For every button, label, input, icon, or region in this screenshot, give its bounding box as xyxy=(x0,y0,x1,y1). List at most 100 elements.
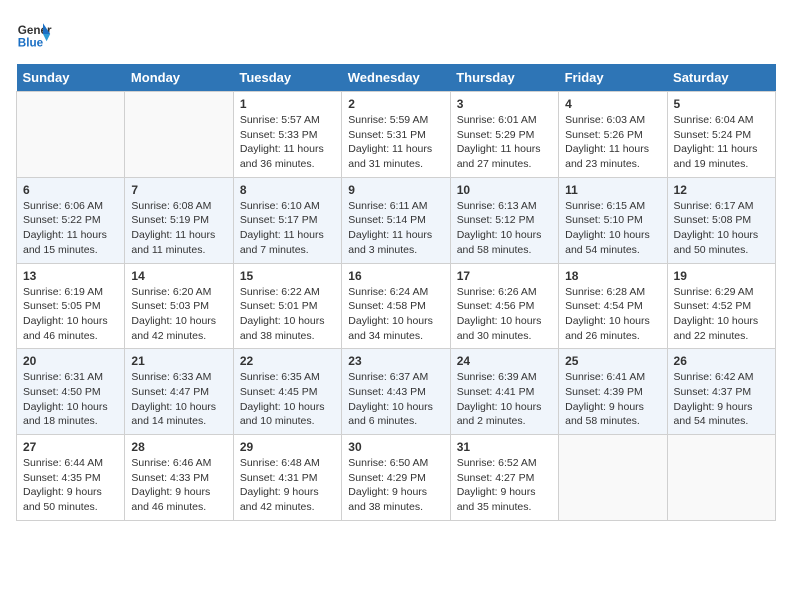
day-number: 26 xyxy=(674,354,769,368)
day-cell xyxy=(125,92,233,178)
day-cell xyxy=(667,435,775,521)
week-row-3: 13 Sunrise: 6:19 AM Sunset: 5:05 PM Dayli… xyxy=(17,263,776,349)
day-info: Sunrise: 6:46 AM Sunset: 4:33 PM Dayligh… xyxy=(131,456,226,515)
day-number: 5 xyxy=(674,97,769,111)
day-number: 24 xyxy=(457,354,552,368)
week-row-5: 27 Sunrise: 6:44 AM Sunset: 4:35 PM Dayli… xyxy=(17,435,776,521)
day-cell xyxy=(17,92,125,178)
day-cell: 9Sunrise: 6:11 AM Sunset: 5:14 PM Daylig… xyxy=(342,177,450,263)
svg-text:Blue: Blue xyxy=(18,37,44,50)
day-cell: 12Sunrise: 6:17 AM Sunset: 5:08 PM Dayli… xyxy=(667,177,775,263)
day-number: 17 xyxy=(457,269,552,283)
day-cell: 13 Sunrise: 6:19 AM Sunset: 5:05 PM Dayli… xyxy=(17,263,125,349)
col-header-monday: Monday xyxy=(125,64,233,92)
day-cell: 27 Sunrise: 6:44 AM Sunset: 4:35 PM Dayli… xyxy=(17,435,125,521)
day-info: Sunrise: 6:31 AM Sunset: 4:50 PM Dayligh… xyxy=(23,370,118,429)
day-cell: 21 Sunrise: 6:33 AM Sunset: 4:47 PM Dayli… xyxy=(125,349,233,435)
day-number: 13 xyxy=(23,269,118,283)
day-info: Sunrise: 6:48 AM Sunset: 4:31 PM Dayligh… xyxy=(240,456,335,515)
day-info: Sunrise: 6:24 AM Sunset: 4:58 PM Dayligh… xyxy=(348,285,443,344)
day-number: 6 xyxy=(23,183,118,197)
day-cell: 25Sunrise: 6:41 AM Sunset: 4:39 PM Dayli… xyxy=(559,349,667,435)
day-number: 31 xyxy=(457,440,552,454)
day-info: Sunrise: 5:57 AM Sunset: 5:33 PM Dayligh… xyxy=(240,113,335,172)
day-number: 15 xyxy=(240,269,335,283)
day-number: 23 xyxy=(348,354,443,368)
day-cell: 28 Sunrise: 6:46 AM Sunset: 4:33 PM Dayli… xyxy=(125,435,233,521)
logo-icon: General Blue xyxy=(16,16,52,52)
day-cell: 22 Sunrise: 6:35 AM Sunset: 4:45 PM Dayli… xyxy=(233,349,341,435)
day-cell: 31 Sunrise: 6:52 AM Sunset: 4:27 PM Dayli… xyxy=(450,435,558,521)
day-info: Sunrise: 6:26 AM Sunset: 4:56 PM Dayligh… xyxy=(457,285,552,344)
day-info: Sunrise: 6:22 AM Sunset: 5:01 PM Dayligh… xyxy=(240,285,335,344)
day-cell: 1 Sunrise: 5:57 AM Sunset: 5:33 PM Daylig… xyxy=(233,92,341,178)
day-cell xyxy=(559,435,667,521)
day-cell: 11Sunrise: 6:15 AM Sunset: 5:10 PM Dayli… xyxy=(559,177,667,263)
day-cell: 4Sunrise: 6:03 AM Sunset: 5:26 PM Daylig… xyxy=(559,92,667,178)
day-info: Sunrise: 6:15 AM Sunset: 5:10 PM Dayligh… xyxy=(565,199,660,258)
day-number: 29 xyxy=(240,440,335,454)
day-info: Sunrise: 5:59 AM Sunset: 5:31 PM Dayligh… xyxy=(348,113,443,172)
day-number: 30 xyxy=(348,440,443,454)
week-row-2: 6 Sunrise: 6:06 AM Sunset: 5:22 PM Daylig… xyxy=(17,177,776,263)
day-info: Sunrise: 6:33 AM Sunset: 4:47 PM Dayligh… xyxy=(131,370,226,429)
col-header-wednesday: Wednesday xyxy=(342,64,450,92)
day-info: Sunrise: 6:01 AM Sunset: 5:29 PM Dayligh… xyxy=(457,113,552,172)
day-number: 28 xyxy=(131,440,226,454)
calendar-table: SundayMondayTuesdayWednesdayThursdayFrid… xyxy=(16,64,776,521)
week-row-4: 20 Sunrise: 6:31 AM Sunset: 4:50 PM Dayli… xyxy=(17,349,776,435)
day-cell: 2 Sunrise: 5:59 AM Sunset: 5:31 PM Daylig… xyxy=(342,92,450,178)
day-cell: 30 Sunrise: 6:50 AM Sunset: 4:29 PM Dayli… xyxy=(342,435,450,521)
day-info: Sunrise: 6:52 AM Sunset: 4:27 PM Dayligh… xyxy=(457,456,552,515)
day-cell: 19Sunrise: 6:29 AM Sunset: 4:52 PM Dayli… xyxy=(667,263,775,349)
col-header-saturday: Saturday xyxy=(667,64,775,92)
day-info: Sunrise: 6:50 AM Sunset: 4:29 PM Dayligh… xyxy=(348,456,443,515)
day-cell: 26 Sunrise: 6:42 AM Sunset: 4:37 PM Dayli… xyxy=(667,349,775,435)
day-cell: 23 Sunrise: 6:37 AM Sunset: 4:43 PM Dayli… xyxy=(342,349,450,435)
day-info: Sunrise: 6:03 AM Sunset: 5:26 PM Dayligh… xyxy=(565,113,660,172)
day-number: 1 xyxy=(240,97,335,111)
day-number: 2 xyxy=(348,97,443,111)
day-number: 22 xyxy=(240,354,335,368)
day-cell: 15 Sunrise: 6:22 AM Sunset: 5:01 PM Dayli… xyxy=(233,263,341,349)
day-info: Sunrise: 6:08 AM Sunset: 5:19 PM Dayligh… xyxy=(131,199,226,258)
day-cell: 24 Sunrise: 6:39 AM Sunset: 4:41 PM Dayli… xyxy=(450,349,558,435)
day-info: Sunrise: 6:39 AM Sunset: 4:41 PM Dayligh… xyxy=(457,370,552,429)
day-info: Sunrise: 6:35 AM Sunset: 4:45 PM Dayligh… xyxy=(240,370,335,429)
day-cell: 6 Sunrise: 6:06 AM Sunset: 5:22 PM Daylig… xyxy=(17,177,125,263)
day-info: Sunrise: 6:42 AM Sunset: 4:37 PM Dayligh… xyxy=(674,370,769,429)
day-cell: 18 Sunrise: 6:28 AM Sunset: 4:54 PM Dayli… xyxy=(559,263,667,349)
day-info: Sunrise: 6:37 AM Sunset: 4:43 PM Dayligh… xyxy=(348,370,443,429)
day-number: 8 xyxy=(240,183,335,197)
day-number: 7 xyxy=(131,183,226,197)
day-info: Sunrise: 6:28 AM Sunset: 4:54 PM Dayligh… xyxy=(565,285,660,344)
col-header-thursday: Thursday xyxy=(450,64,558,92)
day-number: 3 xyxy=(457,97,552,111)
day-cell: 5 Sunrise: 6:04 AM Sunset: 5:24 PM Daylig… xyxy=(667,92,775,178)
day-info: Sunrise: 6:04 AM Sunset: 5:24 PM Dayligh… xyxy=(674,113,769,172)
day-number: 20 xyxy=(23,354,118,368)
col-header-sunday: Sunday xyxy=(17,64,125,92)
day-number: 14 xyxy=(131,269,226,283)
header-row: SundayMondayTuesdayWednesdayThursdayFrid… xyxy=(17,64,776,92)
day-number: 27 xyxy=(23,440,118,454)
day-number: 10 xyxy=(457,183,552,197)
day-info: Sunrise: 6:44 AM Sunset: 4:35 PM Dayligh… xyxy=(23,456,118,515)
day-info: Sunrise: 6:41 AM Sunset: 4:39 PM Dayligh… xyxy=(565,370,660,429)
day-number: 19 xyxy=(674,269,769,283)
day-cell: 14 Sunrise: 6:20 AM Sunset: 5:03 PM Dayli… xyxy=(125,263,233,349)
day-info: Sunrise: 6:13 AM Sunset: 5:12 PM Dayligh… xyxy=(457,199,552,258)
day-number: 21 xyxy=(131,354,226,368)
day-info: Sunrise: 6:19 AM Sunset: 5:05 PM Dayligh… xyxy=(23,285,118,344)
day-number: 18 xyxy=(565,269,660,283)
col-header-friday: Friday xyxy=(559,64,667,92)
day-number: 12 xyxy=(674,183,769,197)
day-cell: 29 Sunrise: 6:48 AM Sunset: 4:31 PM Dayli… xyxy=(233,435,341,521)
day-cell: 20 Sunrise: 6:31 AM Sunset: 4:50 PM Dayli… xyxy=(17,349,125,435)
day-info: Sunrise: 6:20 AM Sunset: 5:03 PM Dayligh… xyxy=(131,285,226,344)
day-info: Sunrise: 6:06 AM Sunset: 5:22 PM Dayligh… xyxy=(23,199,118,258)
day-number: 9 xyxy=(348,183,443,197)
day-number: 16 xyxy=(348,269,443,283)
day-cell: 17 Sunrise: 6:26 AM Sunset: 4:56 PM Dayli… xyxy=(450,263,558,349)
day-cell: 7 Sunrise: 6:08 AM Sunset: 5:19 PM Daylig… xyxy=(125,177,233,263)
